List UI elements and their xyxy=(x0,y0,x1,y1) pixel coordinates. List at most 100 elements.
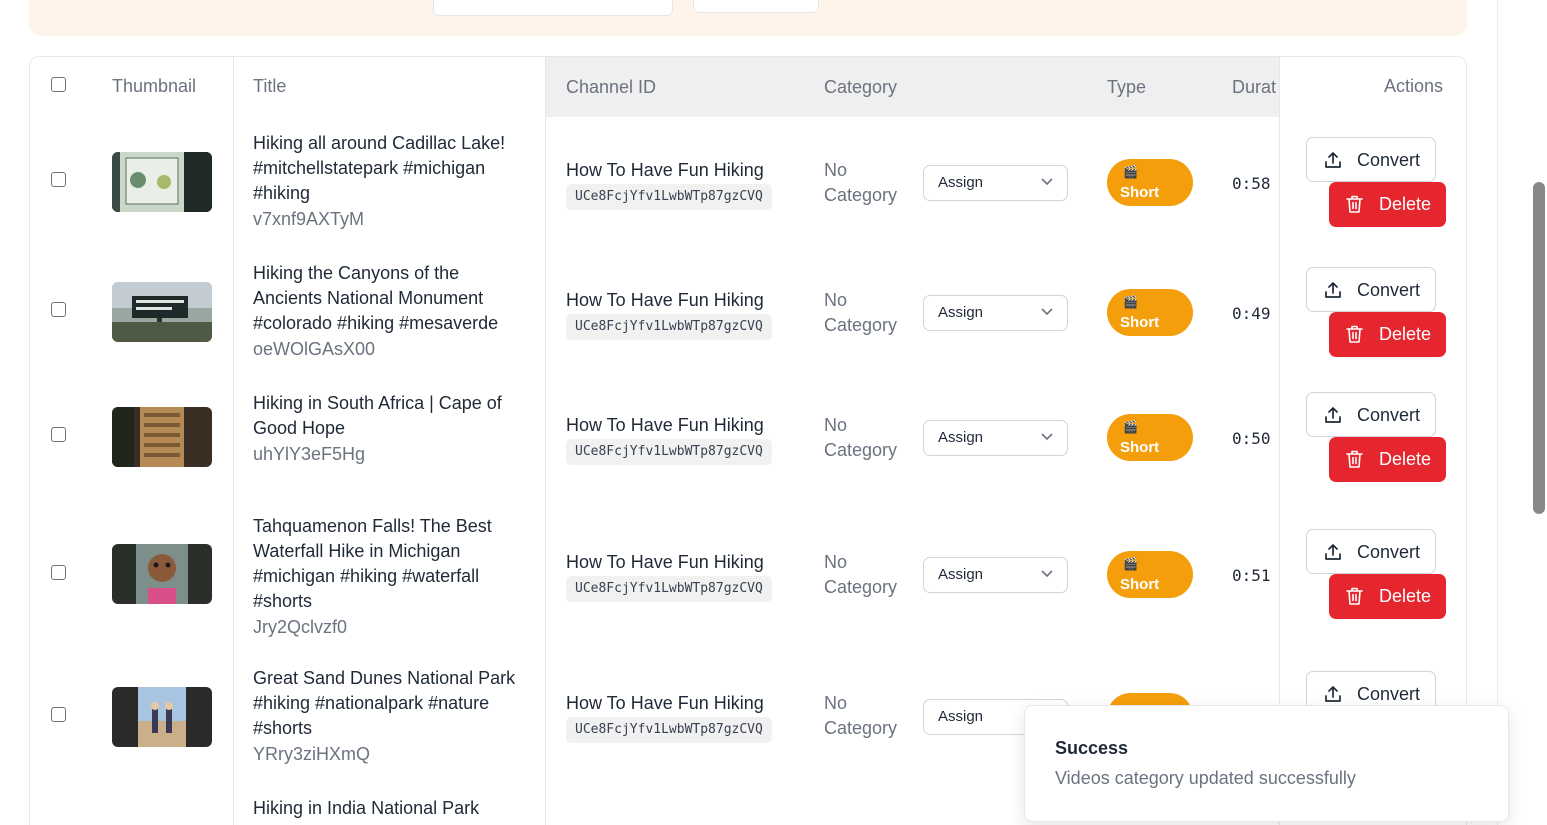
video-thumbnail[interactable] xyxy=(112,687,212,747)
type-badge: 🎬 Short xyxy=(1107,551,1193,598)
row-checkbox[interactable] xyxy=(51,302,66,317)
convert-button[interactable]: Convert xyxy=(1306,392,1436,437)
video-thumbnail[interactable] xyxy=(112,152,212,212)
video-id: uhYlY3eF5Hg xyxy=(253,444,366,464)
upload-icon xyxy=(1325,282,1341,298)
channel-id-badge: UCe8FcjYfv1LwbWTp87gzCVQ xyxy=(566,184,772,210)
trash-icon xyxy=(1346,450,1363,468)
assign-category-select[interactable]: Assign xyxy=(923,557,1068,593)
channel-name: How To Have Fun Hiking xyxy=(566,290,764,310)
duration-value: 0:50 xyxy=(1232,429,1271,448)
row-checkbox[interactable] xyxy=(51,172,66,187)
category-value: No Category xyxy=(824,415,898,460)
film-icon: 🎬 xyxy=(1123,295,1138,309)
chevron-down-icon xyxy=(1041,308,1053,316)
video-title: Great Sand Dunes National Park #hiking #… xyxy=(253,668,516,738)
channel-id-badge: UCe8FcjYfv1LwbWTp87gzCVQ xyxy=(566,314,772,340)
channel-id-badge: UCe8FcjYfv1LwbWTp87gzCVQ xyxy=(566,717,772,743)
video-title: Hiking in India National Park xyxy=(253,798,480,818)
channel-id-badge: UCe8FcjYfv1LwbWTp87gzCVQ xyxy=(566,439,772,465)
assign-category-select[interactable]: Assign xyxy=(923,295,1068,331)
film-icon: 🎬 xyxy=(1123,165,1138,179)
row-checkbox[interactable] xyxy=(51,427,66,442)
delete-label: Delete xyxy=(1379,586,1432,606)
convert-button[interactable]: Convert xyxy=(1306,267,1436,312)
video-title: Hiking in South Africa | Cape of Good Ho… xyxy=(253,393,502,438)
select-all-checkbox[interactable] xyxy=(51,77,66,92)
channel-name: How To Have Fun Hiking xyxy=(566,693,764,713)
delete-label: Delete xyxy=(1379,194,1432,214)
convert-button[interactable]: Convert xyxy=(1306,137,1436,182)
assign-label: Assign xyxy=(938,174,984,191)
delete-button[interactable]: Delete xyxy=(1329,182,1446,227)
assign-label: Assign xyxy=(938,304,984,321)
video-thumbnail[interactable] xyxy=(112,407,212,467)
delete-label: Delete xyxy=(1379,449,1432,469)
filter-input[interactable] xyxy=(433,0,673,16)
delete-button[interactable]: Delete xyxy=(1329,312,1446,357)
category-value: No Category xyxy=(824,552,898,597)
type-label: Short xyxy=(1120,576,1160,593)
convert-label: Convert xyxy=(1357,405,1421,425)
channel-name: How To Have Fun Hiking xyxy=(566,415,764,435)
video-thumbnail[interactable] xyxy=(112,282,212,342)
category-value: No Category xyxy=(824,693,898,738)
delete-button[interactable]: Delete xyxy=(1329,437,1446,482)
film-icon: 🎬 xyxy=(1123,420,1138,434)
upload-icon xyxy=(1325,407,1341,423)
trash-icon xyxy=(1346,195,1363,213)
video-title: Tahquamenon Falls! The Best Waterfall Hi… xyxy=(253,516,492,611)
convert-button[interactable]: Convert xyxy=(1306,529,1436,574)
header-channel-id: Channel ID xyxy=(566,77,657,97)
video-title: Hiking all around Cadillac Lake! #mitche… xyxy=(253,133,506,203)
videos-page: Thumbnail Title Channel ID Category Type… xyxy=(0,0,1547,825)
video-id: v7xnf9AXTyM xyxy=(253,209,365,229)
duration-value: 0:49 xyxy=(1232,304,1271,323)
duration-value: 0:58 xyxy=(1232,174,1271,193)
type-badge: 🎬 Short xyxy=(1107,414,1193,461)
toast-message: Videos category updated successfully xyxy=(1055,768,1356,788)
video-id: Jry2Qclvzf0 xyxy=(253,617,348,637)
trash-icon xyxy=(1346,587,1363,605)
column-divider xyxy=(233,57,234,825)
channel-name: How To Have Fun Hiking xyxy=(566,160,764,180)
row-checkbox[interactable] xyxy=(51,565,66,580)
category-value: No Category xyxy=(824,290,898,335)
success-toast: Success Videos category updated successf… xyxy=(1024,705,1509,822)
convert-label: Convert xyxy=(1357,280,1421,300)
assign-category-select[interactable]: Assign xyxy=(923,165,1068,201)
scrollbar-thumb[interactable] xyxy=(1533,182,1545,514)
type-label: Short xyxy=(1120,439,1160,456)
chevron-down-icon xyxy=(1041,178,1053,186)
upload-icon xyxy=(1325,152,1341,168)
channel-name: How To Have Fun Hiking xyxy=(566,552,764,572)
header-duration: Durat xyxy=(1232,77,1277,97)
type-label: Short xyxy=(1120,314,1160,331)
duration-value: 0:51 xyxy=(1232,566,1271,585)
type-label: Short xyxy=(1120,184,1160,201)
filter-button[interactable] xyxy=(693,0,819,13)
assign-label: Assign xyxy=(938,566,984,583)
type-badge: 🎬 Short xyxy=(1107,159,1193,206)
header-type: Type xyxy=(1107,77,1147,97)
video-title: Hiking the Canyons of the Ancients Natio… xyxy=(253,263,499,333)
assign-category-select[interactable]: Assign xyxy=(923,420,1068,456)
film-icon: 🎬 xyxy=(1123,557,1138,571)
convert-label: Convert xyxy=(1357,684,1421,704)
row-checkbox[interactable] xyxy=(51,707,66,722)
video-id: oeWOlGAsX00 xyxy=(253,339,376,359)
header-thumbnail: Thumbnail xyxy=(112,76,197,96)
video-thumbnail[interactable] xyxy=(112,544,212,604)
upload-icon xyxy=(1325,544,1341,560)
upload-icon xyxy=(1325,686,1341,702)
header-actions: Actions xyxy=(1384,76,1444,96)
chevron-down-icon xyxy=(1041,433,1053,441)
header-category: Category xyxy=(824,77,898,97)
video-id: YRry3ziHXmQ xyxy=(253,744,371,764)
delete-button[interactable]: Delete xyxy=(1329,574,1446,619)
delete-label: Delete xyxy=(1379,324,1432,344)
toast-title: Success xyxy=(1055,738,1129,758)
convert-label: Convert xyxy=(1357,150,1421,170)
assign-label: Assign xyxy=(938,708,984,725)
type-badge: 🎬 Short xyxy=(1107,289,1193,336)
